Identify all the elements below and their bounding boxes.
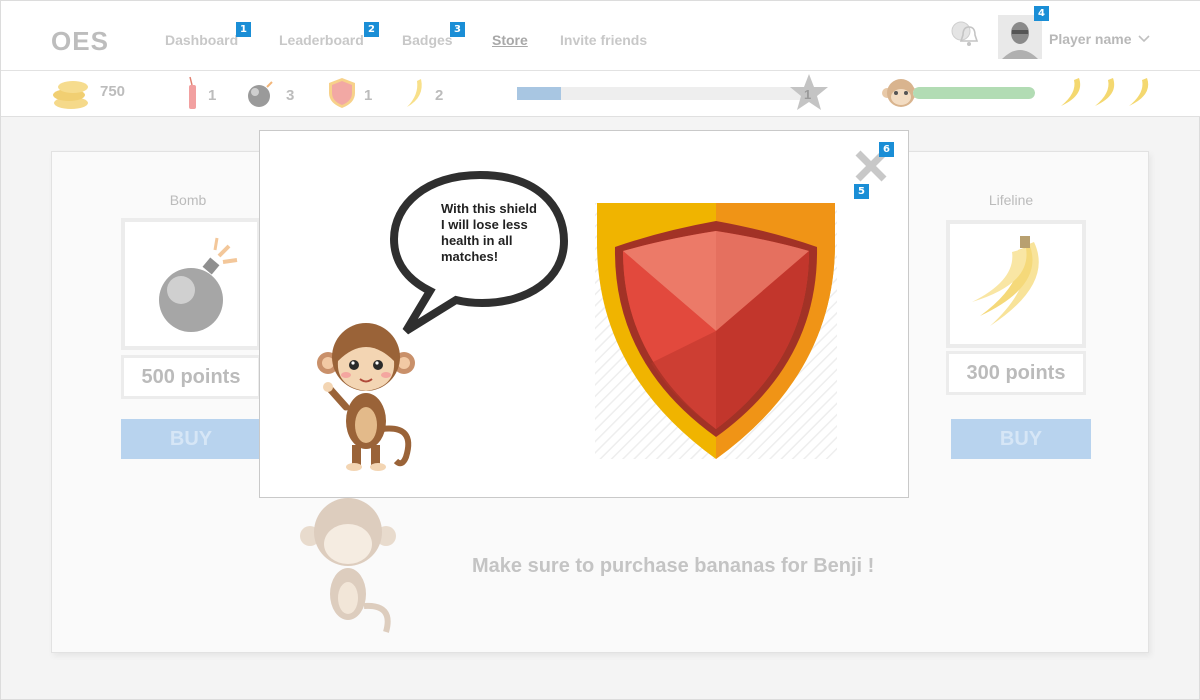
coins-count: 750: [100, 83, 126, 100]
item-title-bomb: Bomb: [169, 192, 207, 208]
player-menu[interactable]: Player name: [1049, 31, 1151, 47]
shield-image-icon: [595, 203, 837, 459]
bell-icon[interactable]: [951, 21, 981, 51]
banana-icon: [407, 79, 422, 107]
item-price-bomb: 500 points: [121, 355, 261, 399]
buy-button-lifeline[interactable]: BUY: [951, 419, 1091, 459]
store-hint: Make sure to purchase bananas for Benji …: [472, 555, 875, 577]
dynamite-icon: [189, 76, 196, 109]
nav-dashboard[interactable]: Dashboard: [165, 32, 238, 48]
item-title-lifeline: Lifeline: [988, 192, 1034, 208]
annotation-badge-3: 3: [450, 22, 465, 37]
annotation-badge-1: 1: [236, 22, 251, 37]
shield-icon: [329, 78, 355, 108]
annotation-badge-4: 4: [1034, 6, 1049, 21]
banana-lives: [1057, 75, 1157, 111]
xp-progress-fill: [517, 87, 561, 100]
player-name: Player name: [1049, 31, 1132, 47]
annotation-badge-6: 6: [879, 142, 894, 157]
nav-badges[interactable]: Badges: [402, 32, 453, 48]
item-image-bomb[interactable]: [121, 218, 261, 350]
shield-info-modal: 5 6 With this shield I will lose less he…: [259, 130, 909, 498]
banana-count: 2: [435, 87, 444, 104]
monkey-mascot: [317, 323, 415, 471]
monkey-mascot-faded: [300, 498, 396, 633]
nav-leaderboard[interactable]: Leaderboard: [279, 32, 364, 48]
annotation-badge-5: 5: [854, 184, 869, 199]
stats-bar: 750 1 3 1 2 1: [1, 71, 1200, 117]
item-price-lifeline: 300 points: [946, 351, 1086, 395]
avatar-portrait: [998, 15, 1042, 59]
shield-count: 1: [364, 87, 373, 104]
app-logo[interactable]: OES: [51, 26, 109, 57]
top-bar: OES Dashboard 1 Leaderboard 2 Badges 3 S…: [1, 1, 1200, 71]
annotation-badge-2: 2: [364, 22, 379, 37]
nav-store[interactable]: Store: [492, 32, 528, 48]
banana-life-icon: [1061, 78, 1081, 106]
banana-bunch-icon: [972, 236, 1039, 326]
health-bar: [913, 87, 1035, 99]
speech-text: With this shield I will lose less health…: [441, 201, 537, 264]
item-image-lifeline[interactable]: [946, 220, 1086, 348]
buy-button-bomb[interactable]: BUY: [121, 419, 261, 459]
level-number: 1: [804, 87, 812, 102]
player-avatar[interactable]: [998, 15, 1042, 59]
bomb-image-icon: [159, 237, 238, 332]
banana-life-icon: [1095, 78, 1115, 106]
chevron-down-icon: [1138, 35, 1150, 43]
bomb-count: 3: [286, 87, 295, 104]
banana-life-icon: [1129, 78, 1149, 106]
xp-progress-bar: [517, 87, 807, 100]
nav-invite-friends[interactable]: Invite friends: [560, 32, 647, 48]
coins-icon: [53, 81, 88, 109]
bomb-icon: [248, 81, 273, 107]
page: OES Dashboard 1 Leaderboard 2 Badges 3 S…: [0, 0, 1200, 700]
dynamite-count: 1: [208, 87, 217, 104]
health-fill: [913, 87, 1035, 99]
